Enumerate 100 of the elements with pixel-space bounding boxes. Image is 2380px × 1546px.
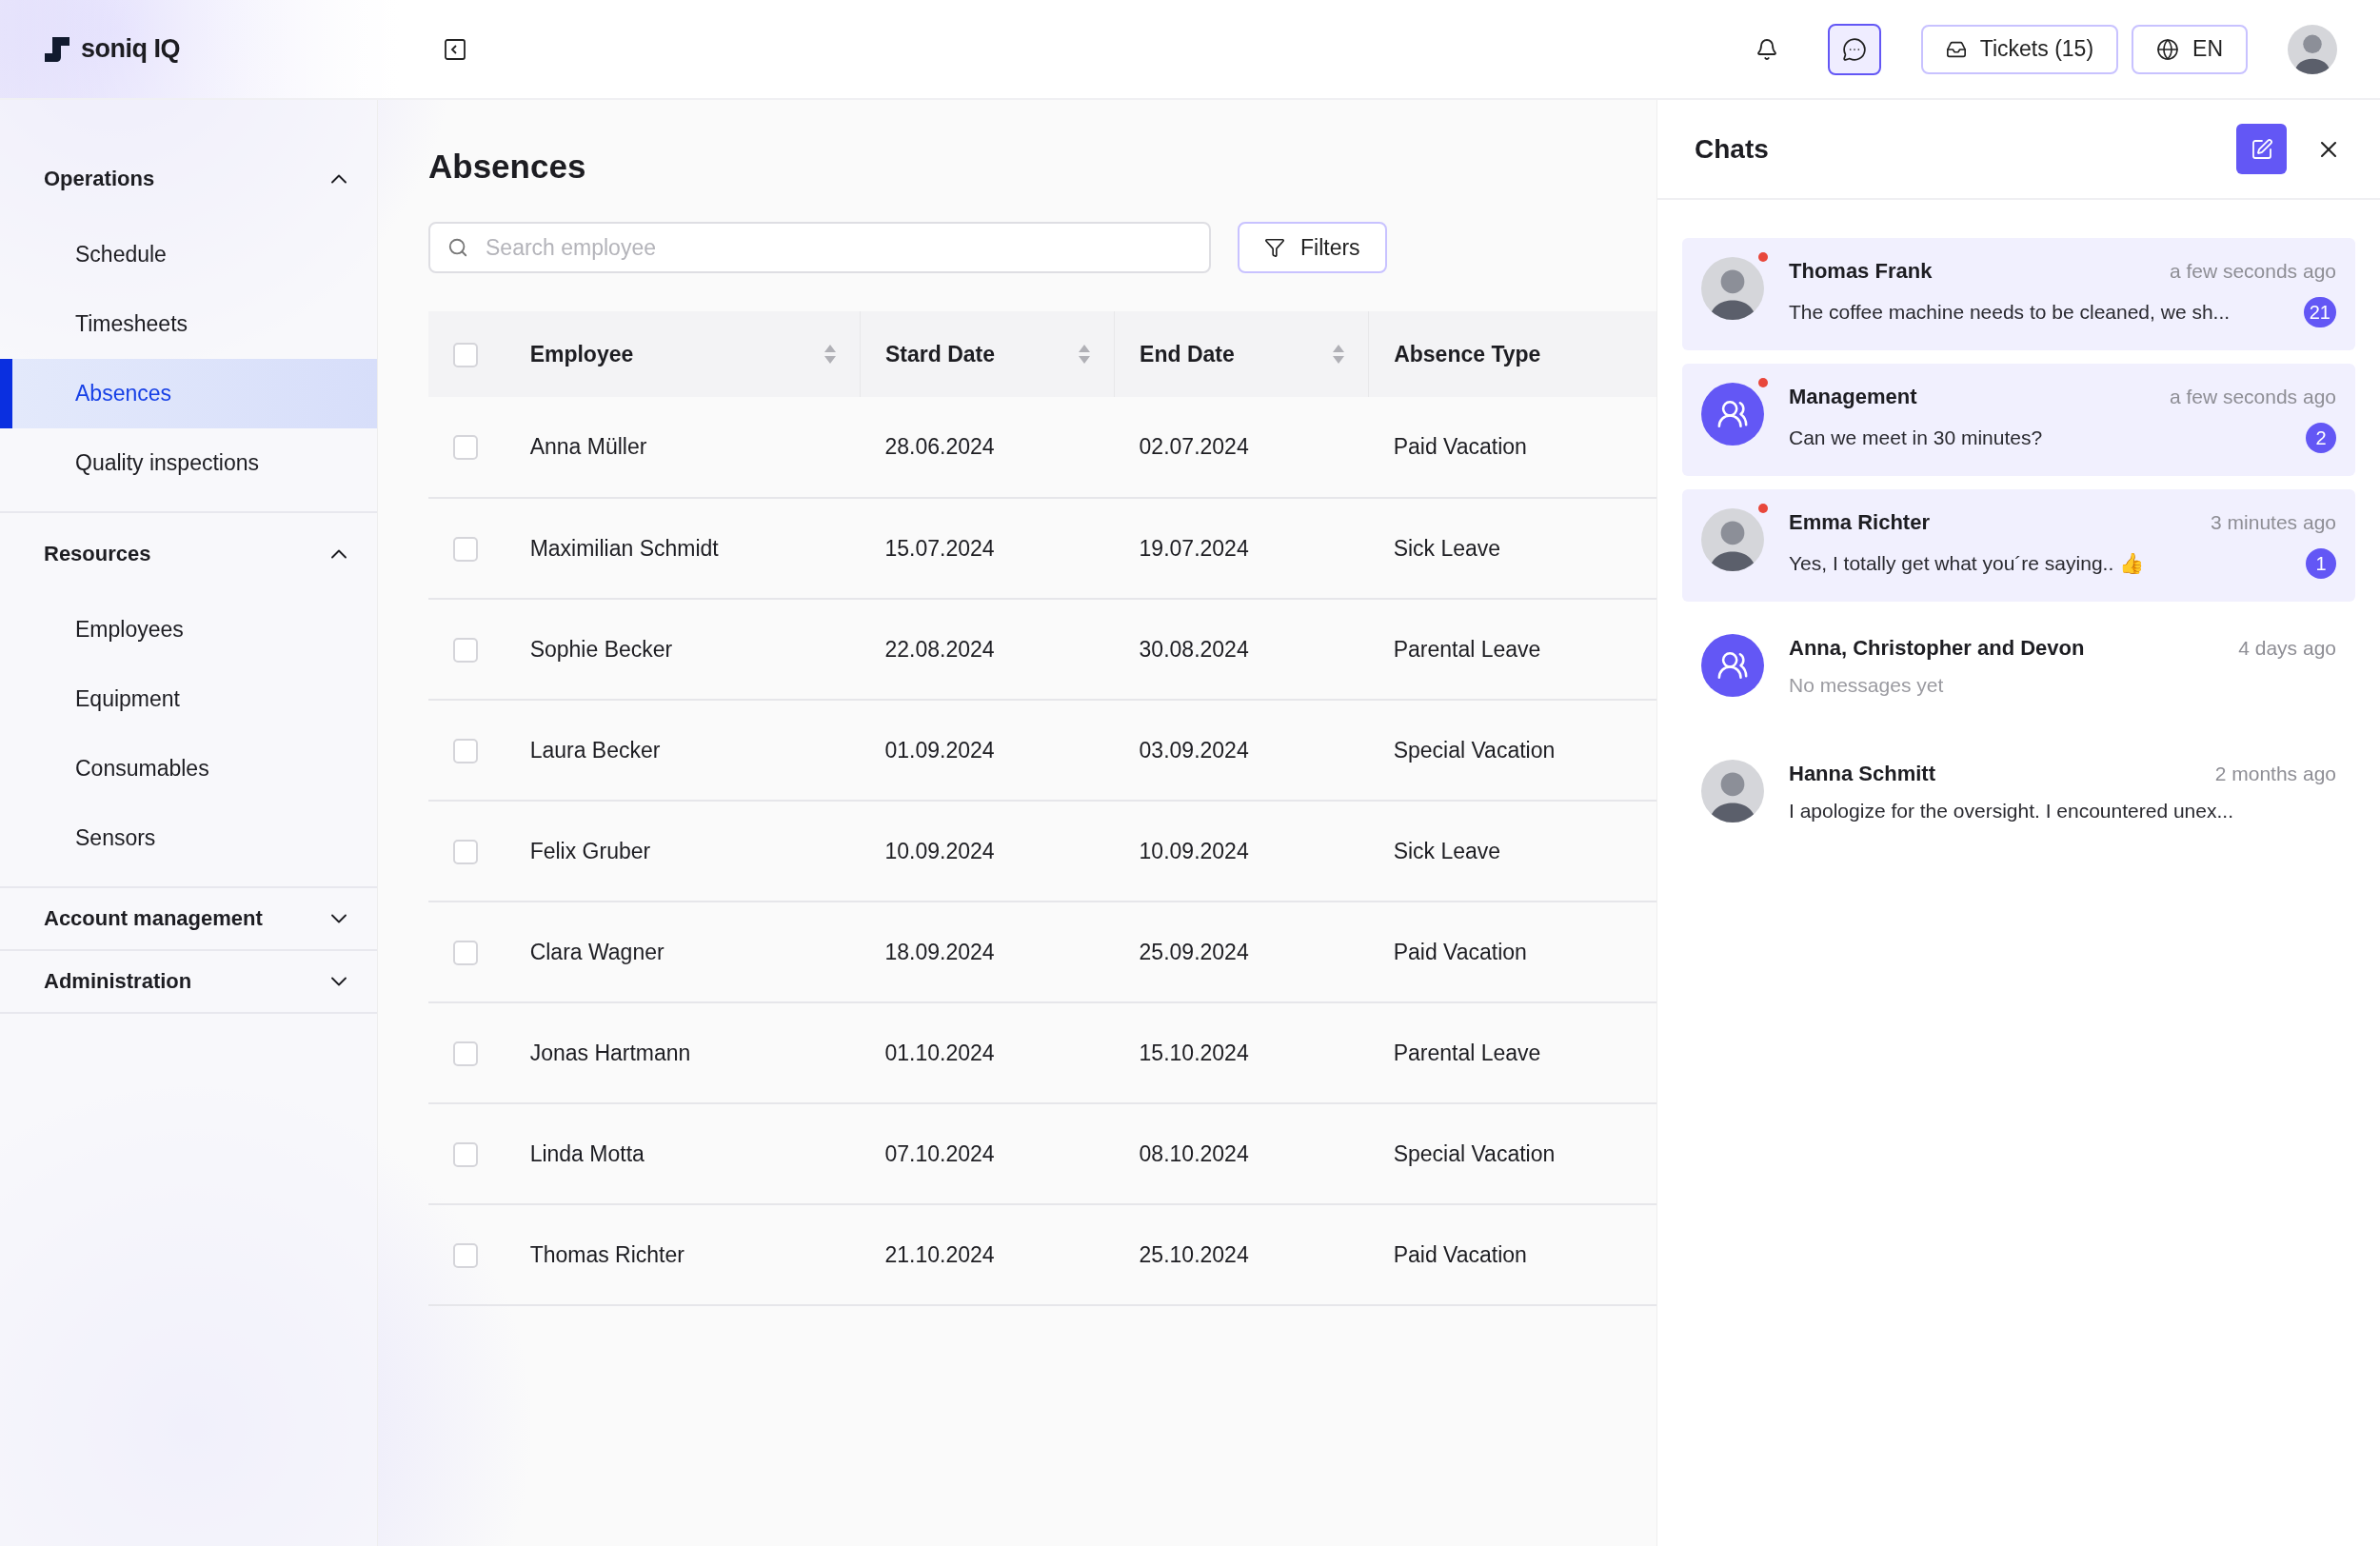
chat-time: a few seconds ago xyxy=(2169,260,2336,283)
globe-icon xyxy=(2156,37,2180,61)
sidebar-group[interactable]: Administration xyxy=(0,951,377,1012)
column-header: Stard Date xyxy=(885,341,996,367)
unread-count: 2 xyxy=(2306,423,2336,453)
row-checkbox[interactable] xyxy=(453,839,478,864)
chat-item[interactable]: Management a few seconds ago Can we meet in 30 minutes? 2 xyxy=(1682,364,2355,476)
table-cell: 01.10.2024 xyxy=(884,1040,995,1065)
table-cell: 07.10.2024 xyxy=(884,1140,995,1166)
chat-item[interactable]: Emma Richter 3 minutes ago Yes, I totally get what you´re saying.. 👍 1 xyxy=(1682,489,2355,602)
sidebar-item[interactable]: Sensors xyxy=(0,803,377,873)
sidebar-item[interactable]: Consumables xyxy=(0,734,377,803)
chat-message: I apologize for the oversight. I encountered unex... xyxy=(1789,800,2233,823)
table-cell: Special Vacation xyxy=(1393,737,1556,763)
table-cell: 03.09.2024 xyxy=(1139,737,1249,763)
table-cell: Paid Vacation xyxy=(1393,939,1527,964)
bell-icon xyxy=(1755,37,1778,61)
tickets-button[interactable]: Tickets (15) xyxy=(1920,24,2119,74)
table-cell: Anna Müller xyxy=(529,434,647,459)
chat-message: No messages yet xyxy=(1789,674,1944,697)
avatar-icon xyxy=(2288,24,2337,74)
table-cell: 01.09.2024 xyxy=(884,737,995,763)
sidebar-item[interactable]: Schedule xyxy=(0,220,377,289)
search-field[interactable]: Search employee xyxy=(428,222,1211,273)
filter-icon xyxy=(1264,237,1285,258)
table-cell: 10.09.2024 xyxy=(1139,838,1249,863)
unread-count: 21 xyxy=(2303,297,2336,327)
chat-name: Management xyxy=(1789,385,1917,409)
table-cell: 08.10.2024 xyxy=(1139,1140,1249,1166)
table-cell: Thomas Richter xyxy=(529,1241,684,1267)
table-cell: Sick Leave xyxy=(1393,535,1501,561)
table-cell: Maximilian Schmidt xyxy=(529,535,719,561)
table-cell: Paid Vacation xyxy=(1393,1241,1527,1267)
panel-title: Chats xyxy=(1695,133,1770,165)
sidebar-item[interactable]: Quality inspections xyxy=(0,428,377,498)
table-cell: Parental Leave xyxy=(1393,636,1541,662)
unread-dot-icon xyxy=(1758,378,1768,387)
column-header: End Date xyxy=(1140,341,1235,367)
select-all-checkbox[interactable] xyxy=(453,342,478,367)
chat-bubble-icon xyxy=(1841,36,1867,62)
table-cell: Jonas Hartmann xyxy=(529,1040,691,1065)
table-cell: Paid Vacation xyxy=(1393,434,1527,459)
table-cell: 18.09.2024 xyxy=(884,939,995,964)
table-cell: Laura Becker xyxy=(529,737,661,763)
chat-time: a few seconds ago xyxy=(2169,386,2336,408)
column-header: Employee xyxy=(529,341,634,367)
table-cell: 25.09.2024 xyxy=(1139,939,1249,964)
column-header: Absence Type xyxy=(1394,341,1541,367)
row-checkbox[interactable] xyxy=(453,435,478,461)
sidebar-group[interactable]: Operations xyxy=(0,138,377,220)
unread-dot-icon xyxy=(1758,504,1768,513)
sidebar-item[interactable]: Absences xyxy=(0,359,377,428)
table-cell: Sick Leave xyxy=(1393,838,1501,863)
chat-item[interactable]: Anna, Christopher and Devon 4 days ago No messages yet xyxy=(1682,615,2355,727)
collapse-icon xyxy=(445,38,466,60)
chat-item[interactable]: Thomas Frank a few seconds ago The coffee machine needs to be cleaned, we sh... 21 xyxy=(1682,238,2355,350)
sidebar-group[interactable]: Resources xyxy=(0,513,377,595)
table-cell: Linda Motta xyxy=(529,1140,645,1166)
row-checkbox[interactable] xyxy=(453,1141,478,1167)
row-checkbox[interactable] xyxy=(453,536,478,562)
table-cell: 25.10.2024 xyxy=(1139,1241,1249,1267)
search-icon xyxy=(447,237,468,258)
chat-name: Emma Richter xyxy=(1789,510,1930,535)
chat-button[interactable] xyxy=(1827,23,1881,75)
logo-icon xyxy=(43,34,71,64)
chat-name: Thomas Frank xyxy=(1789,259,1933,284)
sidebar-item[interactable]: Timesheets xyxy=(0,289,377,359)
language-button[interactable]: EN xyxy=(2132,24,2248,74)
chat-name: Hanna Schmitt xyxy=(1789,762,1936,786)
sidebar-item[interactable]: Equipment xyxy=(0,664,377,734)
row-checkbox[interactable] xyxy=(453,940,478,965)
table-cell: 15.10.2024 xyxy=(1139,1040,1249,1065)
row-checkbox[interactable] xyxy=(453,738,478,763)
table-cell: 02.07.2024 xyxy=(1139,434,1249,459)
chat-item[interactable]: Hanna Schmitt 2 months ago I apologize for the oversight. I encountered unex... xyxy=(1682,741,2355,853)
unread-dot-icon xyxy=(1758,252,1768,262)
table-cell: 19.07.2024 xyxy=(1139,535,1249,561)
sort-icon[interactable] xyxy=(1078,344,1092,365)
brand-name: soniq IQ xyxy=(81,34,180,64)
sort-icon[interactable] xyxy=(823,344,837,365)
filters-button[interactable]: Filters xyxy=(1238,222,1387,273)
row-checkbox[interactable] xyxy=(453,1041,478,1066)
table-cell: Sophie Becker xyxy=(529,636,673,662)
row-checkbox[interactable] xyxy=(453,1242,478,1268)
table-cell: Special Vacation xyxy=(1393,1140,1556,1166)
sidebar-group[interactable]: Account management xyxy=(0,888,377,949)
sidebar-item[interactable]: Employees xyxy=(0,595,377,664)
sort-icon[interactable] xyxy=(1332,344,1346,365)
row-checkbox[interactable] xyxy=(453,637,478,663)
chat-time: 4 days ago xyxy=(2238,637,2336,660)
table-cell: 21.10.2024 xyxy=(884,1241,995,1267)
new-chat-button[interactable] xyxy=(2236,124,2287,174)
unread-count: 1 xyxy=(2306,548,2336,579)
table-cell: 15.07.2024 xyxy=(884,535,995,561)
table-cell: 28.06.2024 xyxy=(884,434,995,459)
chat-name: Anna, Christopher and Devon xyxy=(1789,636,2085,661)
table-cell: 30.08.2024 xyxy=(1139,636,1249,662)
table-cell: Felix Gruber xyxy=(529,838,651,863)
pen-icon xyxy=(2250,137,2273,161)
table-cell: Clara Wagner xyxy=(529,939,664,964)
